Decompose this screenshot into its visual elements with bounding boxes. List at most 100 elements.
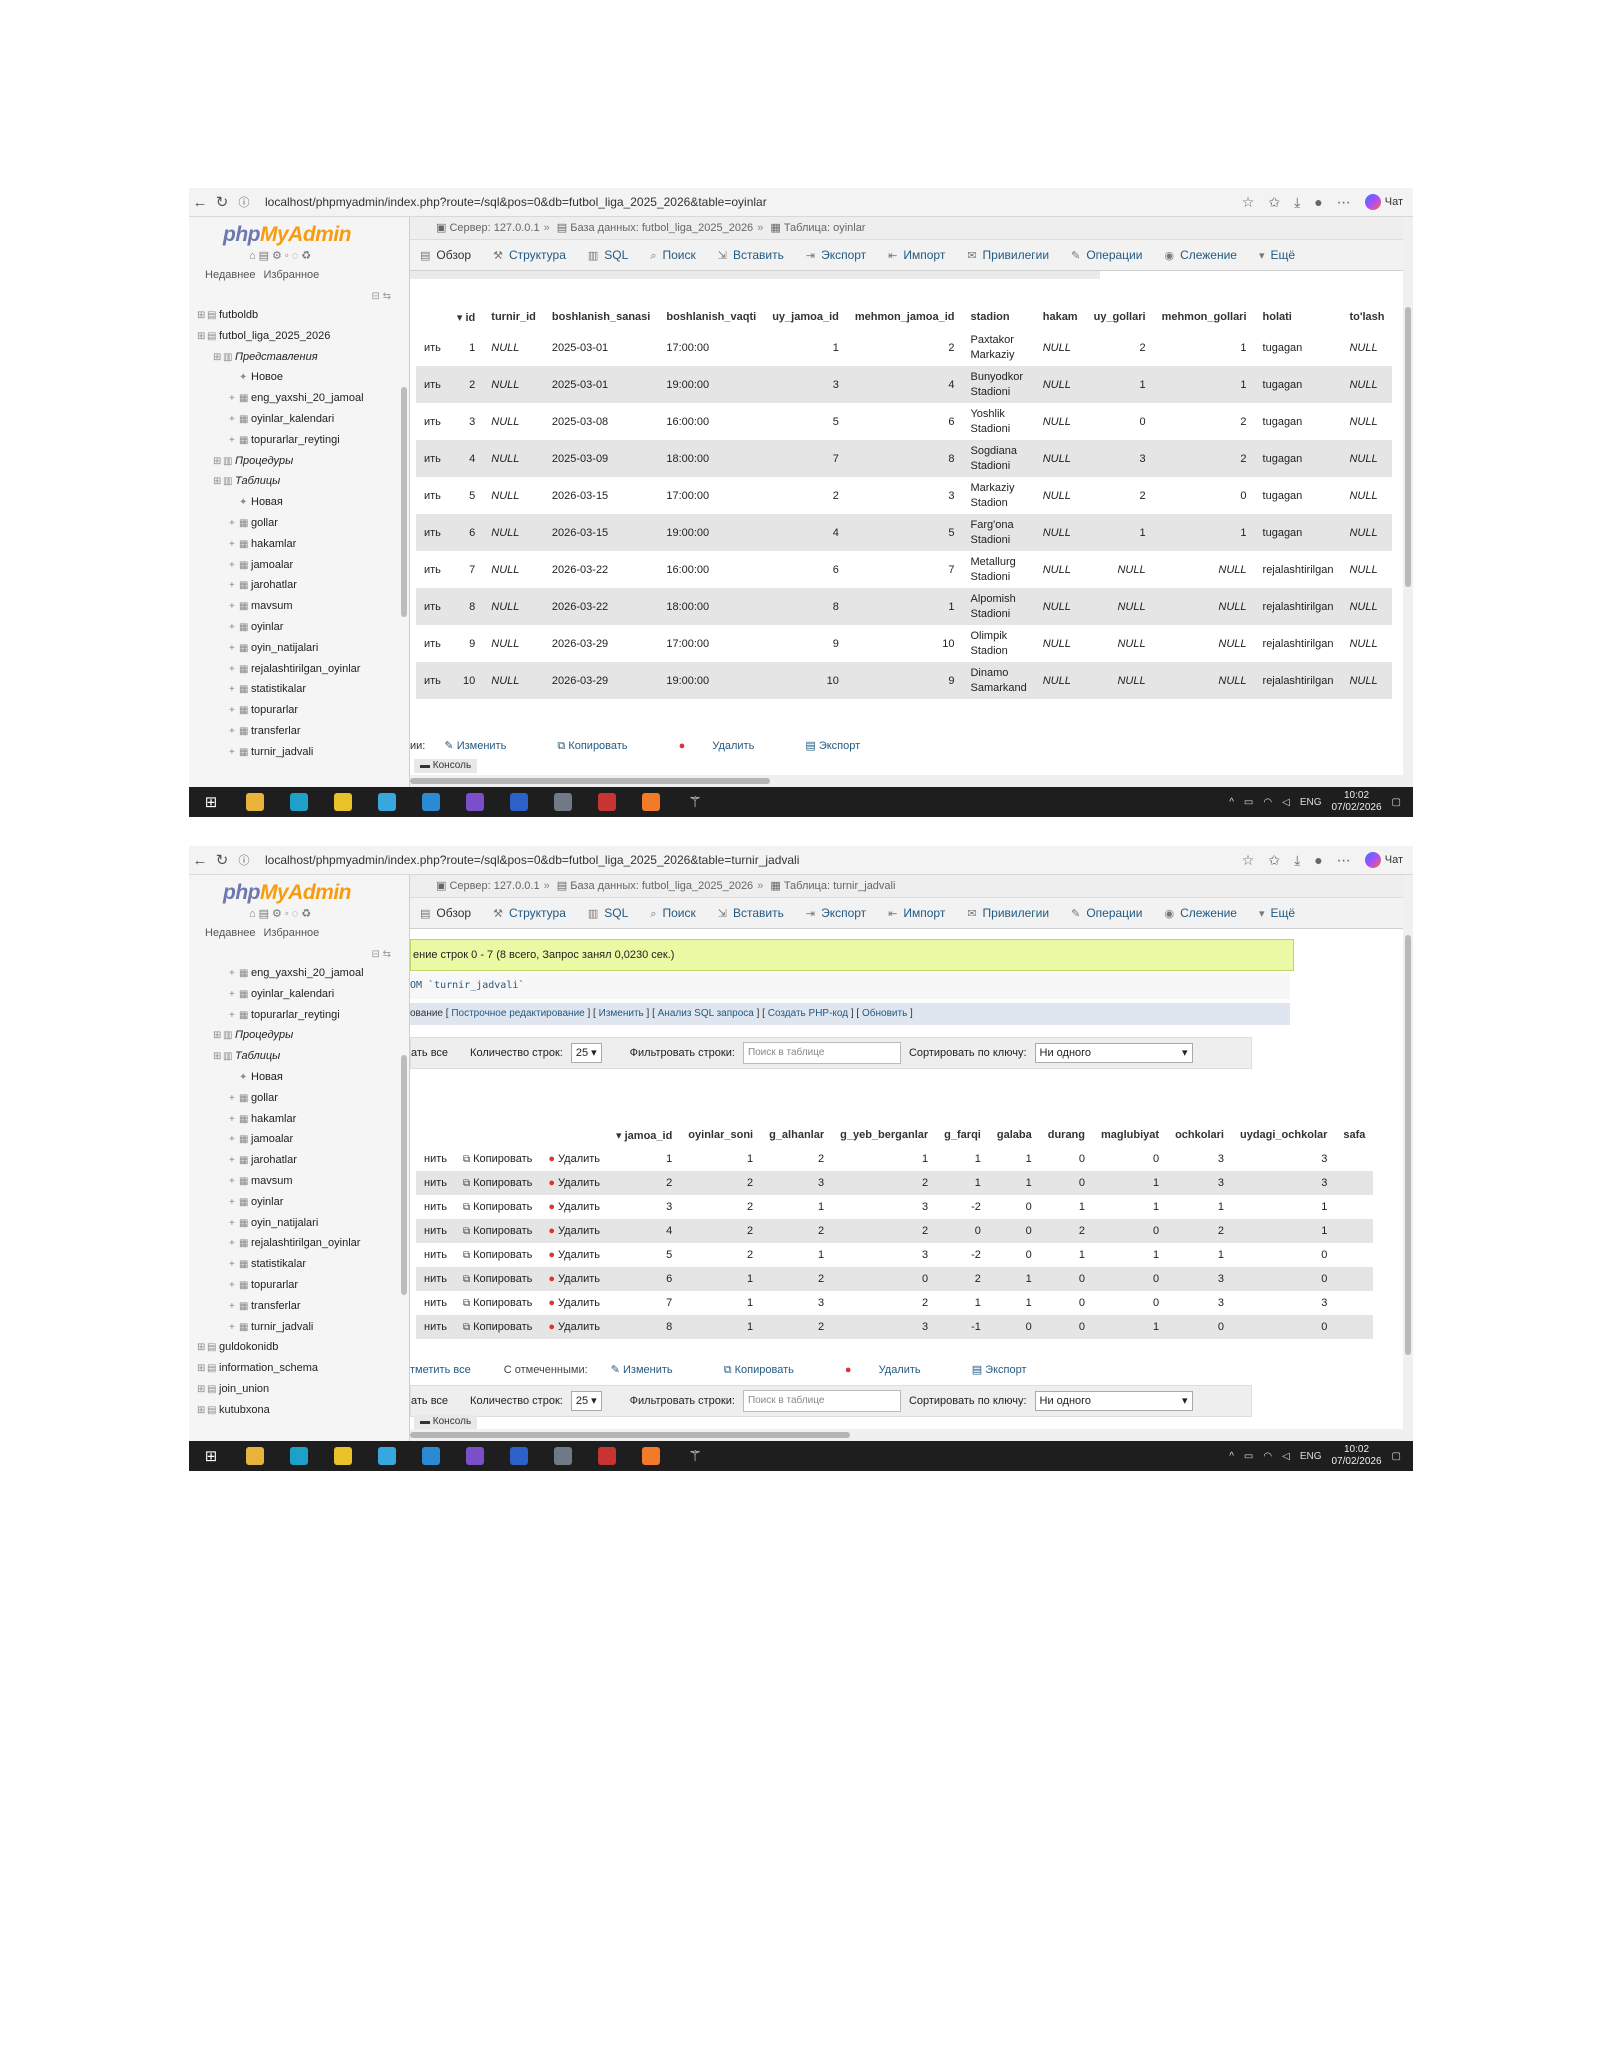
expand-icon[interactable]: + (229, 1006, 239, 1027)
red-app-icon[interactable] (585, 793, 629, 812)
table-cell[interactable]: 6 (448, 514, 484, 551)
tree-node[interactable]: + ▦ rejalashtirilgan_oyinlar (189, 659, 409, 680)
expand-icon[interactable]: + (229, 410, 239, 431)
table-cell[interactable]: NULL (1034, 403, 1086, 440)
table-cell[interactable]: 1 (1153, 366, 1255, 403)
table-cell[interactable]: 3 (761, 1171, 833, 1195)
table-cell[interactable]: 3 (1167, 1147, 1232, 1171)
table-cell[interactable]: 16:00:00 (658, 551, 765, 588)
expand-icon[interactable]: + (229, 556, 239, 577)
table-cell[interactable]: 9 (764, 625, 847, 662)
favorites-tab[interactable]: Избранное (264, 269, 320, 281)
tab-4[interactable]: ⇲ Вставить (708, 906, 796, 920)
table-cell[interactable]: 10 (764, 662, 847, 699)
table-cell[interactable]: Bunyodkor Stadioni (962, 366, 1035, 403)
tree-node[interactable]: + ▦ gollar (189, 1088, 409, 1109)
tree-node[interactable]: + ▦ mavsum (189, 1171, 409, 1192)
table-cell[interactable]: 3 (1231, 1147, 1336, 1171)
tab-1[interactable]: ⚒ Структура (483, 248, 578, 262)
tree-node[interactable]: + ▦ topurarlar_reytingi (189, 1005, 409, 1026)
table-cell[interactable]: NULL (483, 514, 544, 551)
tab-2[interactable]: ▥ SQL (578, 248, 640, 262)
expand-icon[interactable]: + (229, 1130, 239, 1151)
table-cell[interactable]: 3 (832, 1195, 937, 1219)
language-indicator[interactable]: ENG (1300, 1451, 1322, 1462)
table-cell[interactable]: 1 (988, 1291, 1040, 1315)
word-icon[interactable] (497, 1447, 541, 1466)
table-cell[interactable]: Yoshlik Stadioni (962, 403, 1035, 440)
tab-7[interactable]: ✉ Привилегии (957, 906, 1061, 920)
table-cell[interactable]: 0 (1039, 1267, 1093, 1291)
expand-icon[interactable]: + (229, 1318, 239, 1339)
refresh-link[interactable]: Обновить (862, 1008, 907, 1019)
table-cell[interactable]: 7 (448, 551, 484, 588)
filter-input-bottom[interactable]: Поиск в таблице (742, 1390, 901, 1412)
table-cell[interactable]: NULL (1034, 329, 1086, 366)
table-cell[interactable]: 1 (761, 1243, 833, 1267)
delete-row-link[interactable]: ● Удалить (540, 1267, 609, 1291)
tree-node[interactable]: + ▦ mavsum (189, 596, 409, 617)
table-cell[interactable]: 2026-03-15 (543, 477, 659, 514)
edit-row-link[interactable]: нить (416, 1315, 455, 1339)
sort-select[interactable]: Ни одного ▾ (1034, 1043, 1193, 1063)
nav-icons[interactable]: ⌂▤⚙◦◌♻ (189, 249, 409, 265)
edit-row-link[interactable]: ить (416, 551, 449, 588)
tab-9[interactable]: ◉ Слежение (1154, 248, 1249, 262)
check-all-link[interactable]: тметить все (410, 1364, 471, 1376)
tree-node[interactable]: ⊞ ▤ futbol_liga_2025_2026 (189, 326, 409, 347)
table-cell[interactable]: 10 (448, 662, 484, 699)
table-cell[interactable]: 2 (608, 1171, 681, 1195)
table-cell[interactable]: 0 (988, 1315, 1040, 1339)
table-row[interactable]: нить ⧉ Копировать ● Удалить 4 2 2 2 0 0 2 0 2 1 (416, 1219, 1374, 1243)
table-cell[interactable]: 0 (1231, 1315, 1336, 1339)
table-cell[interactable]: 2 (1153, 403, 1255, 440)
table-cell[interactable]: Metallurg Stadioni (962, 551, 1035, 588)
table-row[interactable]: ить 5 NULL 2026-03-15 17:00:00 2 3 Markaziy Sta… (416, 477, 1393, 514)
table-cell[interactable]: 2 (832, 1219, 937, 1243)
breadcrumb-database[interactable]: База данных: futbol_liga_2025_2026 (570, 880, 753, 892)
delete-row-link[interactable]: ● Удалить (540, 1219, 609, 1243)
table-cell[interactable]: Dinamo Samarkand (962, 662, 1035, 699)
table-cell[interactable]: 3 (1231, 1291, 1336, 1315)
delete-row-link[interactable]: ● Удалить (540, 1147, 609, 1171)
column-header[interactable]: stadion (962, 305, 1034, 329)
vscode-icon[interactable] (409, 793, 453, 812)
tree-node[interactable]: + ▦ hakamlar (189, 1109, 409, 1130)
more-icon[interactable]: ⋯ (1337, 852, 1351, 869)
edit-row-link[interactable]: нить (416, 1267, 455, 1291)
table-cell[interactable]: 3 (1167, 1267, 1232, 1291)
tree-node[interactable]: + ▦ transferlar (189, 721, 409, 742)
table-cell[interactable]: 2 (761, 1315, 833, 1339)
table-cell[interactable]: 2 (761, 1219, 833, 1243)
expand-icon[interactable]: ⊞ (213, 452, 223, 473)
table-cell[interactable]: 0 (1093, 1147, 1168, 1171)
phpmyadmin-logo[interactable]: phpMyAdmin (189, 217, 409, 249)
delete-selected-button[interactable]: ● Удалить (845, 1364, 945, 1376)
delete-row-link[interactable]: ● Удалить (540, 1243, 609, 1267)
column-header[interactable]: turnir_id (483, 305, 544, 329)
table-cell[interactable]: 8 (448, 588, 484, 625)
expand-icon[interactable]: ⊞ (197, 306, 207, 327)
create-php-link[interactable]: Создать PHP-код (768, 1008, 848, 1019)
delete-row-link[interactable]: ● Удалить (540, 1315, 609, 1339)
table-cell[interactable]: 1 (988, 1171, 1040, 1195)
expand-icon[interactable]: + (229, 1089, 239, 1110)
tree-node[interactable]: + ▦ eng_yaxshi_20_jamoal (189, 963, 409, 984)
table-cell[interactable]: NULL (1341, 551, 1393, 588)
file-explorer-icon[interactable] (233, 1447, 277, 1466)
favorite-star-icon[interactable]: ☆ (1242, 852, 1255, 869)
table-cell[interactable]: Markaziy Stadion (962, 477, 1035, 514)
favorites-tab[interactable]: Избранное (264, 927, 320, 939)
favorites-icon[interactable]: ✩ (1268, 194, 1280, 211)
column-header[interactable]: holati (1255, 305, 1342, 329)
expand-icon[interactable]: ⊞ (197, 327, 207, 348)
table-row[interactable]: ить 4 NULL 2025-03-09 18:00:00 7 8 Sogdiana Sta… (416, 440, 1393, 477)
favorites-icon[interactable]: ✩ (1268, 852, 1280, 869)
profile-icon[interactable]: ● (1314, 852, 1322, 868)
table-cell[interactable]: 3 (608, 1195, 681, 1219)
back-icon[interactable]: ← (189, 852, 211, 869)
file-explorer-icon[interactable] (233, 793, 277, 812)
table-cell[interactable]: NULL (1153, 551, 1255, 588)
table-cell[interactable]: 19:00:00 (658, 514, 765, 551)
copy-row-link[interactable]: ⧉ Копировать (455, 1243, 541, 1267)
